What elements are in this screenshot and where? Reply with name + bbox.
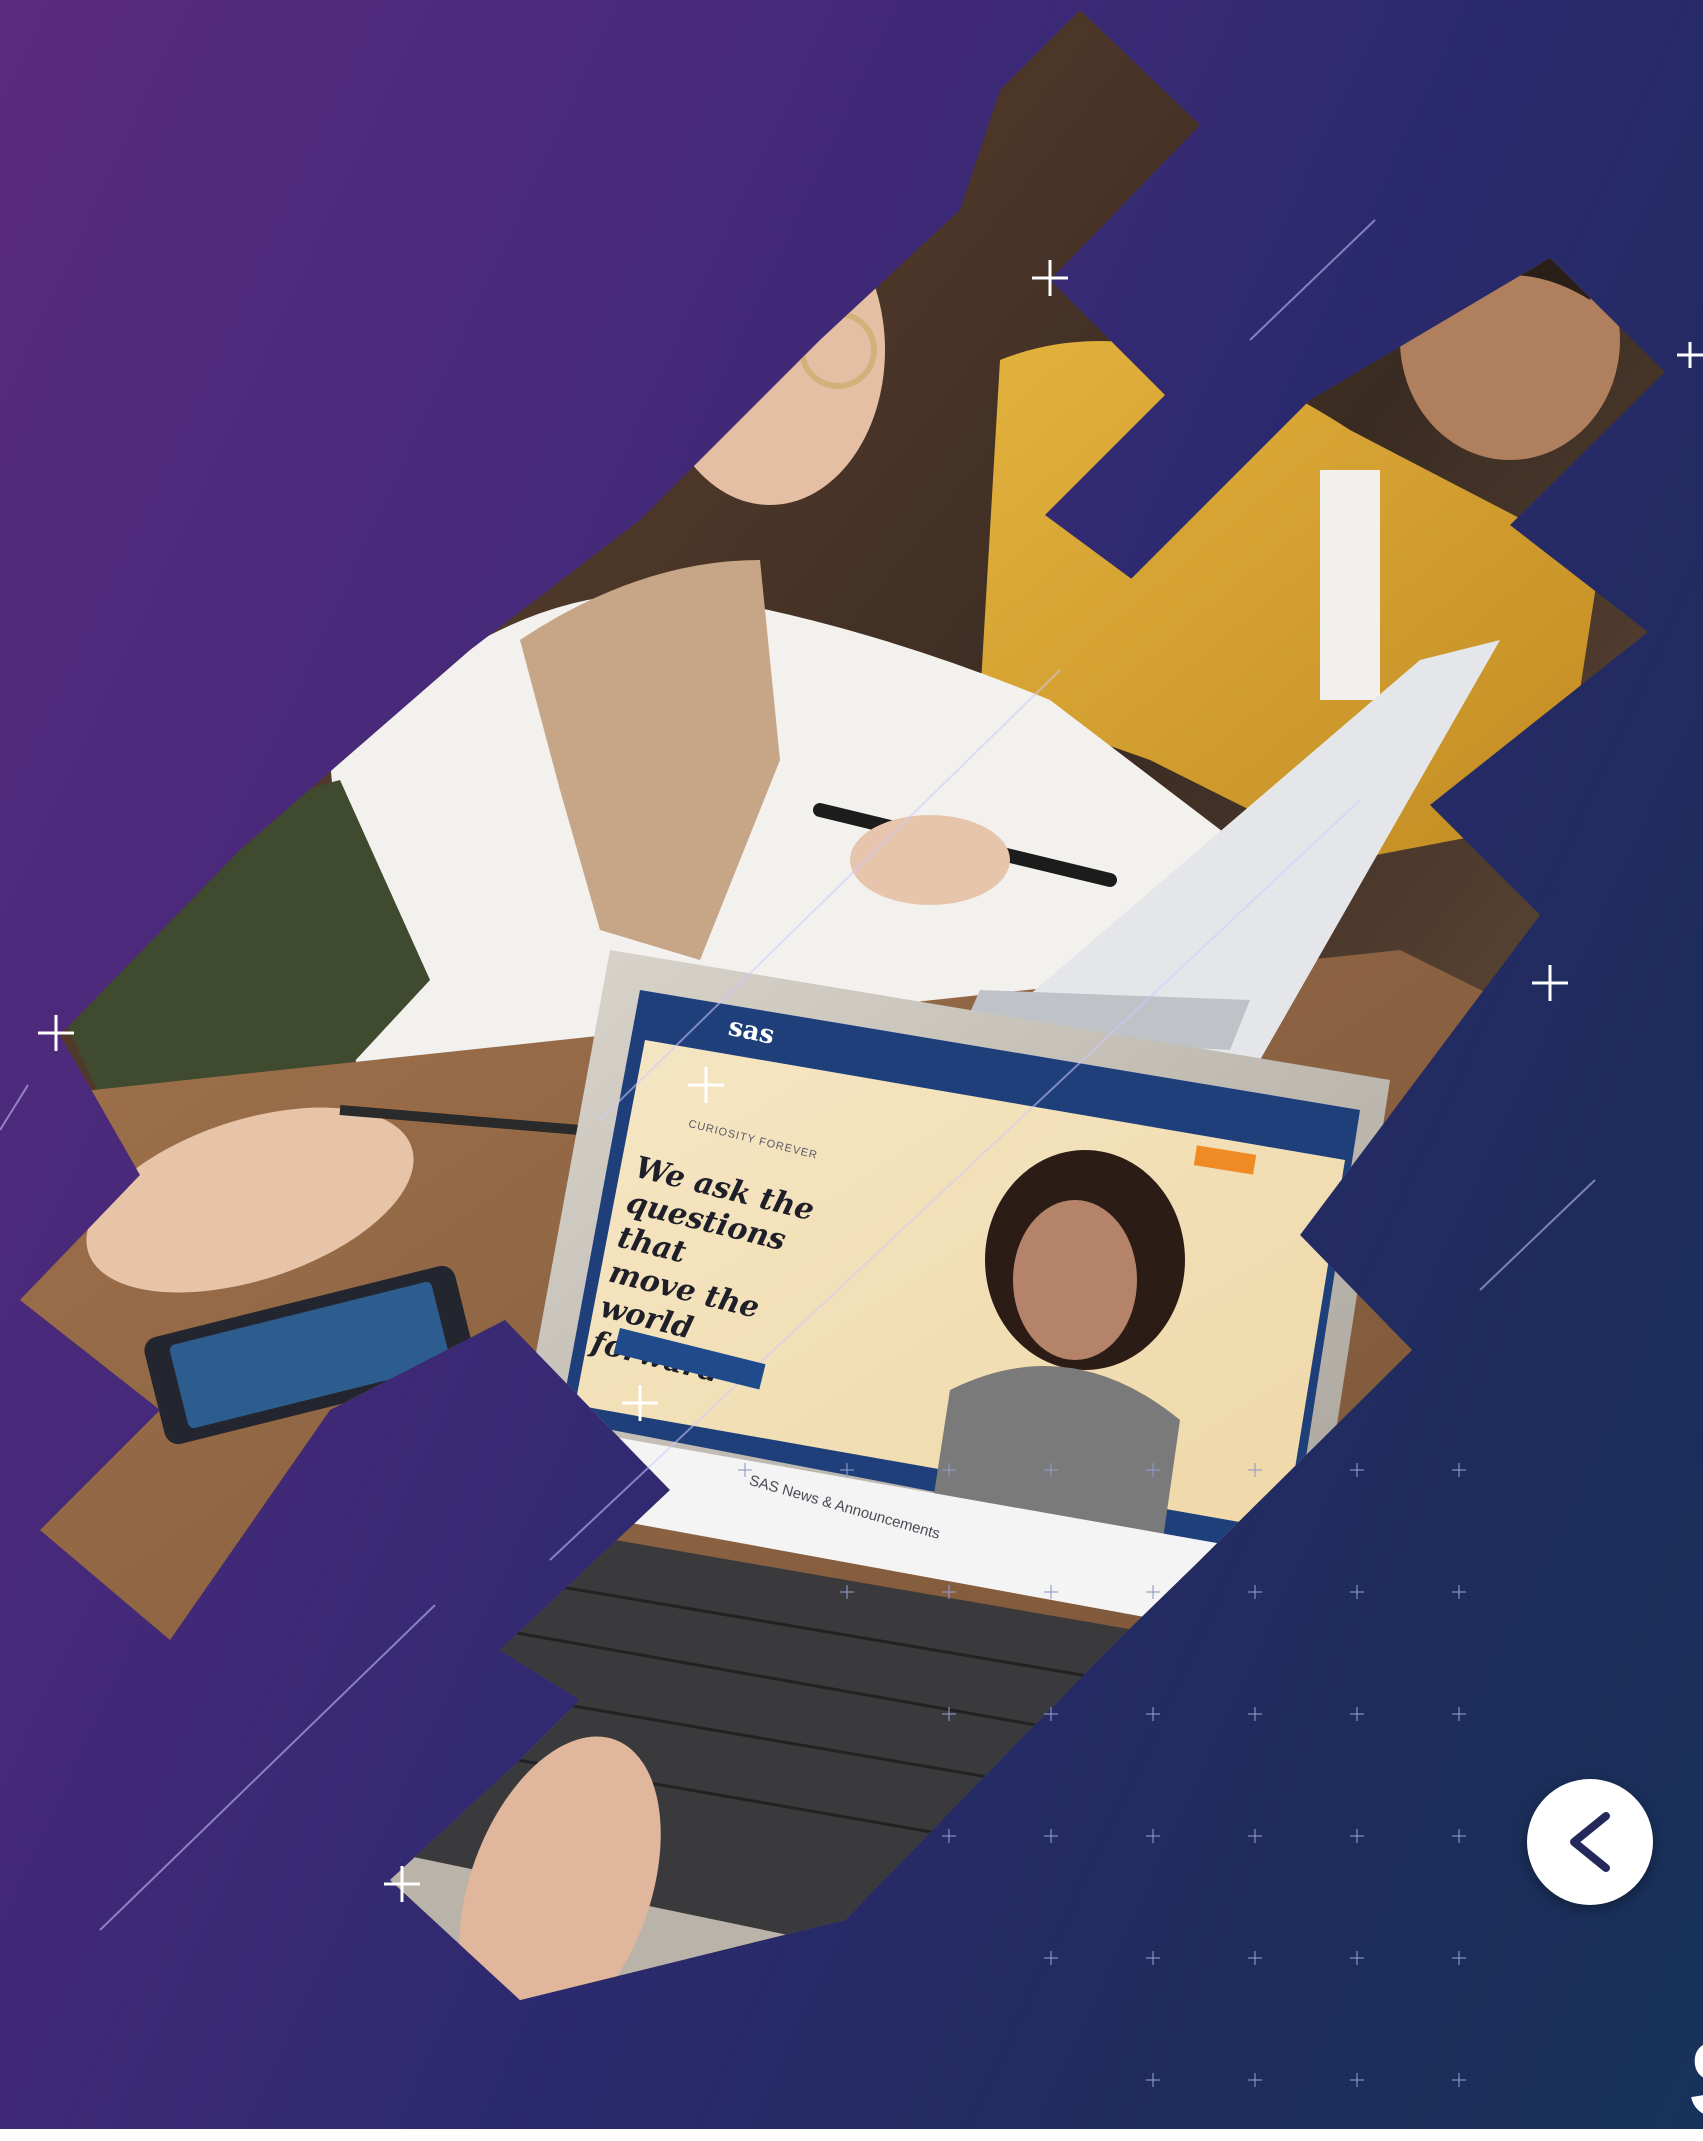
- corner-glyph: S: [1688, 2025, 1703, 2135]
- photo-collage: [0, 10, 1703, 2087]
- back-button[interactable]: [1527, 1779, 1653, 1905]
- chevron-left-icon: [1570, 1812, 1610, 1872]
